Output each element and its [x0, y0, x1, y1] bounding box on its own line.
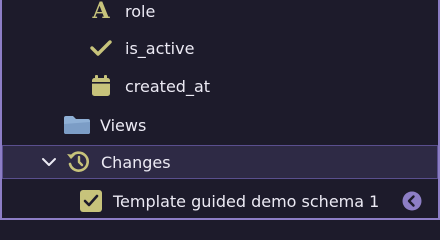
tree-item-created-at[interactable]: created_at	[2, 69, 438, 103]
chevron-down-icon[interactable]	[39, 146, 59, 178]
change-entry[interactable]: Template guided demo schema 1	[2, 184, 438, 218]
tree-item-is-active[interactable]: is_active	[2, 31, 438, 65]
tree-item-label: created_at	[125, 76, 211, 96]
text-type-icon: A	[92, 0, 110, 24]
checkmark-icon	[88, 31, 114, 65]
tree-item-label: is_active	[125, 38, 195, 58]
change-entry-label: Template guided demo schema 1	[113, 191, 380, 211]
tree-folder-label: Changes	[101, 152, 171, 172]
folder-icon	[62, 108, 92, 142]
tree-folder-label: Views	[100, 115, 147, 135]
calendar-icon	[90, 69, 112, 103]
tree-folder-views[interactable]: Views	[2, 108, 438, 142]
chevron-left-circle-icon[interactable]	[402, 184, 422, 218]
tree-item-label: role	[125, 1, 156, 21]
panel-border-bottom	[0, 218, 440, 220]
checkbox-checked-icon[interactable]	[80, 184, 102, 218]
tree-item-role[interactable]: A role	[2, 0, 438, 28]
tree-folder-changes[interactable]: Changes	[2, 145, 438, 179]
history-icon	[65, 146, 91, 178]
